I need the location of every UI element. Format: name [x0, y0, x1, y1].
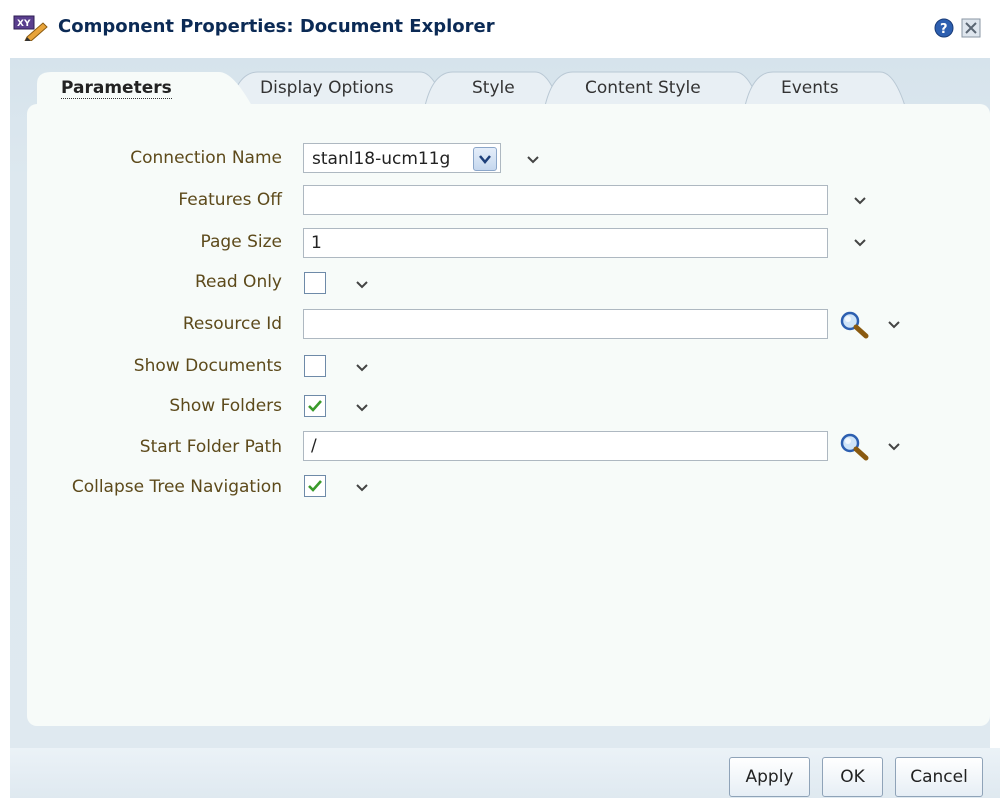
show-folders-checkbox[interactable] [304, 395, 326, 417]
show-documents-label: Show Documents [133, 356, 282, 376]
collapse-tree-navigation-label: Collapse Tree Navigation [71, 477, 282, 497]
features-off-label: Features Off [178, 190, 282, 210]
search-icon[interactable] [838, 309, 870, 339]
tab-display-options[interactable]: Display Options [230, 70, 445, 106]
tab-parameters[interactable]: Parameters [37, 70, 252, 106]
collapse-tree-navigation-checkbox[interactable] [304, 475, 326, 497]
chevron-down-icon[interactable] [525, 152, 541, 168]
tab-content-style[interactable]: Content Style [545, 70, 760, 106]
page-size-label: Page Size [200, 232, 282, 252]
show-folders-label: Show Folders [169, 396, 282, 416]
tab-label: Style [472, 78, 515, 98]
tab-label: Events [781, 78, 839, 98]
chevron-down-icon[interactable] [886, 317, 902, 333]
start-folder-path-input[interactable] [303, 431, 828, 461]
chevron-down-icon[interactable] [354, 277, 370, 293]
checkmark-icon [308, 400, 322, 412]
xy-pencil-icon: XY [13, 15, 48, 41]
connection-name-select[interactable]: stanl18-ucm11g [303, 143, 501, 173]
help-icon[interactable]: ? [934, 18, 954, 38]
page-size-input[interactable] [303, 228, 828, 258]
dialog-title: Component Properties: Document Explorer [58, 16, 495, 37]
features-off-input[interactable] [303, 185, 828, 215]
tab-label: Parameters [61, 78, 172, 99]
connection-name-label: Connection Name [130, 148, 282, 168]
svg-text:?: ? [940, 22, 948, 37]
chevron-down-icon[interactable] [354, 480, 370, 496]
tab-style[interactable]: Style [425, 70, 560, 106]
search-icon[interactable] [838, 431, 870, 461]
tab-label: Display Options [260, 78, 394, 98]
dialog-title-bar: XY Component Properties: Document Explor… [0, 0, 1000, 58]
show-documents-checkbox[interactable] [304, 355, 326, 377]
tab-label: Content Style [585, 78, 701, 98]
cancel-button[interactable]: Cancel [895, 757, 983, 797]
connection-name-value: stanl18-ucm11g [312, 149, 451, 169]
chevron-down-icon[interactable] [886, 439, 902, 455]
start-folder-path-label: Start Folder Path [139, 437, 282, 457]
resource-id-input[interactable] [303, 309, 828, 339]
apply-button[interactable]: Apply [729, 757, 810, 797]
resource-id-label: Resource Id [182, 314, 282, 334]
chevron-down-icon[interactable] [852, 193, 868, 209]
dropdown-arrow-icon[interactable] [473, 147, 497, 171]
chevron-down-icon[interactable] [354, 360, 370, 376]
read-only-label: Read Only [194, 272, 282, 292]
checkmark-icon [308, 480, 322, 492]
ok-button[interactable]: OK [822, 757, 883, 797]
read-only-checkbox[interactable] [304, 272, 326, 294]
close-icon[interactable] [961, 18, 981, 38]
chevron-down-icon[interactable] [852, 235, 868, 251]
tab-events[interactable]: Events [745, 70, 905, 106]
svg-text:XY: XY [17, 19, 31, 29]
chevron-down-icon[interactable] [354, 400, 370, 416]
